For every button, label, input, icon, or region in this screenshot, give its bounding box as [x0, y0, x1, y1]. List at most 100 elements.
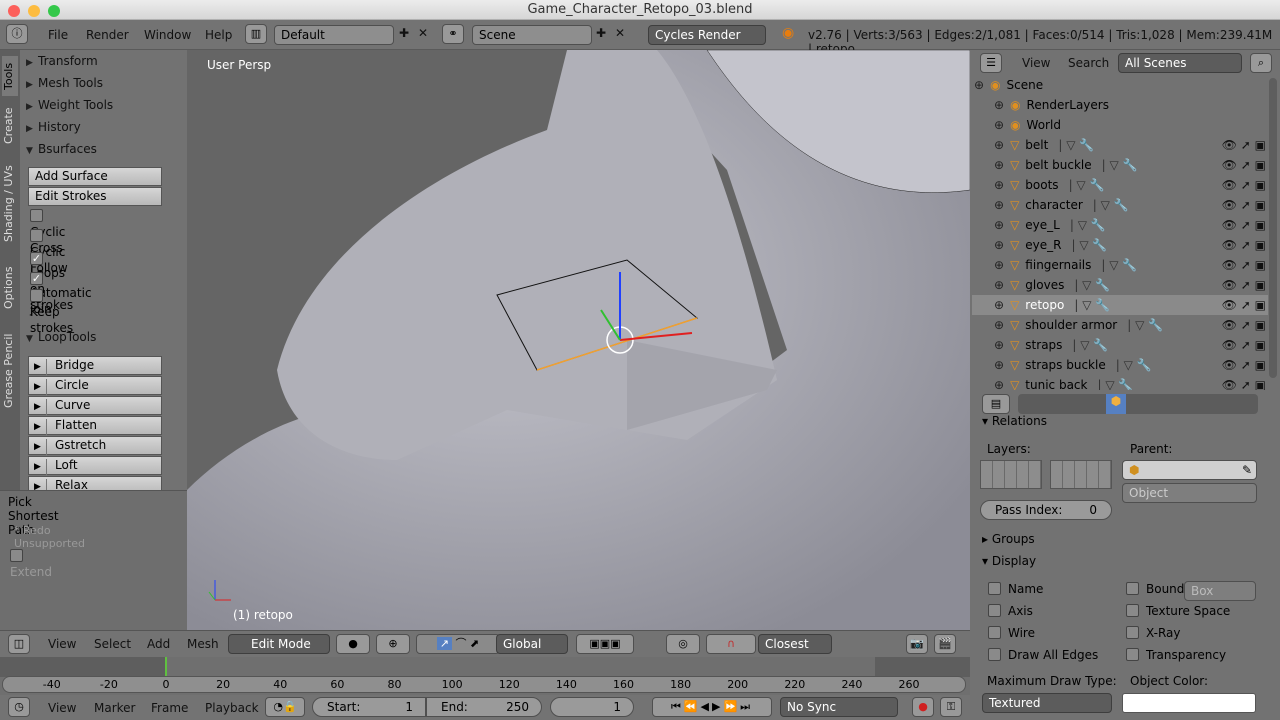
checkbox-icon[interactable]: [988, 626, 1001, 639]
tab-options[interactable]: Options: [2, 258, 18, 318]
edit-strokes-button[interactable]: Edit Strokes: [28, 187, 162, 206]
expand-icon[interactable]: ⊕: [994, 298, 1004, 312]
checkbox-icon[interactable]: [988, 582, 1001, 595]
view3d-menu-view[interactable]: View: [48, 637, 76, 651]
checkbox-icon[interactable]: [1126, 582, 1139, 595]
checkbox-icon[interactable]: [30, 229, 43, 242]
panel-display[interactable]: ▾ Display: [982, 554, 1036, 568]
outliner-item-straps-buckle[interactable]: ⊕ ▽ straps buckle | ▽ 🔧 👁 ➚ ▣: [972, 355, 1268, 375]
visibility-icons[interactable]: 👁 ➚ ▣: [1222, 215, 1266, 235]
minimize-window-button[interactable]: [28, 5, 40, 17]
looptools-gstretch-button[interactable]: ▶ Gstretch: [28, 436, 162, 456]
expand-icon[interactable]: ⊕: [994, 318, 1004, 332]
scene-field[interactable]: Scene: [472, 25, 592, 45]
outliner-item-retopo[interactable]: ⊕ ▽ retopo | ▽ 🔧 👁 ➚ ▣: [972, 295, 1268, 315]
automatic-join-checkbox[interactable]: ✓Automatic join: [30, 268, 92, 316]
outliner-item-scene[interactable]: ⊕ ◉ Scene: [972, 75, 1268, 95]
draw-all-edges-checkbox[interactable]: Draw All Edges: [988, 647, 1098, 665]
delete-layout-icon[interactable]: ✕: [418, 26, 428, 40]
expand-icon[interactable]: ⊕: [994, 238, 1004, 252]
parent-field[interactable]: ⬢ ✎: [1122, 460, 1257, 480]
axis-checkbox[interactable]: Axis: [988, 603, 1033, 621]
visibility-icons[interactable]: 👁 ➚ ▣: [1222, 355, 1266, 375]
looptools-bridge-button[interactable]: ▶ Bridge: [28, 356, 162, 376]
keying-set-icon[interactable]: ⚿: [940, 697, 962, 717]
checkbox-icon[interactable]: [1126, 648, 1139, 661]
looptools-circle-button[interactable]: ▶ Circle: [28, 376, 162, 396]
outliner-display-select[interactable]: All Scenes: [1118, 53, 1242, 73]
outliner-search-icon[interactable]: ⌕: [1250, 53, 1272, 73]
expand-icon[interactable]: ⊕: [994, 118, 1004, 132]
outliner-item-belt[interactable]: ⊕ ▽ belt | ▽ 🔧 👁 ➚ ▣: [972, 135, 1268, 155]
panel-looptools[interactable]: ▼ LoopTools: [26, 327, 166, 347]
add-scene-icon[interactable]: ✚: [596, 26, 606, 40]
expand-icon[interactable]: ⊕: [974, 78, 984, 92]
panel-mesh-tools[interactable]: ▶ Mesh Tools: [26, 73, 166, 93]
outliner-item-fiingernails[interactable]: ⊕ ▽ fiingernails | ▽ 🔧 👁 ➚ ▣: [972, 255, 1268, 275]
expand-icon[interactable]: ⊕: [994, 378, 1004, 390]
record-keyframe-icon[interactable]: ●: [912, 697, 934, 717]
panel-transform[interactable]: ▶ Transform: [26, 51, 166, 71]
checkbox-icon[interactable]: [1126, 626, 1139, 639]
menu-help[interactable]: Help: [205, 28, 232, 42]
outliner-item-character[interactable]: ⊕ ▽ character | ▽ 🔧 👁 ➚ ▣: [972, 195, 1268, 215]
cyclic-cross-checkbox[interactable]: Cyclic Cross: [30, 208, 65, 255]
view3d-menu-add[interactable]: Add: [147, 637, 170, 651]
expand-icon[interactable]: ⊕: [994, 338, 1004, 352]
end-frame-field[interactable]: End: 250: [426, 697, 542, 717]
panel-groups[interactable]: ▸ Groups: [982, 532, 1035, 546]
tab-grease-pencil[interactable]: Grease Pencil: [2, 326, 18, 416]
mode-select[interactable]: Edit Mode: [228, 634, 330, 654]
timeline-menu-view[interactable]: View: [48, 701, 76, 715]
object-tab-icon[interactable]: ⬢: [1106, 394, 1126, 414]
checkbox-icon[interactable]: ✓: [30, 252, 43, 265]
panel-relations[interactable]: ▾ Relations: [982, 414, 1047, 428]
bounds-type-select[interactable]: Box: [1184, 581, 1256, 601]
panel-weight-tools[interactable]: ▶ Weight Tools: [26, 95, 166, 115]
frame-ruler[interactable]: -40 -20 0 20 40 60 80 100 120 140 160 180 200 220 240 2…: [2, 676, 966, 693]
outliner-menu-search[interactable]: Search: [1068, 56, 1109, 70]
expand-icon[interactable]: ⊕: [994, 98, 1004, 112]
proportional-edit-icon[interactable]: ◎: [666, 634, 700, 654]
expand-icon[interactable]: ⊕: [994, 278, 1004, 292]
expand-arrow-icon[interactable]: ▶: [29, 439, 47, 456]
editor-type-properties-icon[interactable]: ▤: [982, 394, 1010, 414]
transparency-checkbox[interactable]: Transparency: [1126, 647, 1226, 665]
pass-index-field[interactable]: Pass Index: 0: [980, 500, 1112, 520]
checkbox-icon[interactable]: [30, 289, 43, 302]
layers-grid-2[interactable]: [1050, 460, 1112, 489]
object-color-swatch[interactable]: [1122, 693, 1256, 713]
current-frame-cursor[interactable]: [165, 657, 167, 677]
expand-icon[interactable]: ⊕: [994, 358, 1004, 372]
bound-checkbox[interactable]: Bound: [1126, 581, 1184, 599]
outliner-item-tunic-back[interactable]: ⊕ ▽ tunic back | ▽ 🔧 👁 ➚ ▣: [972, 375, 1268, 390]
x-ray-checkbox[interactable]: X-Ray: [1126, 625, 1180, 643]
timeline[interactable]: -40 -20 0 20 40 60 80 100 120 140 160 180 200 220 240 2…: [0, 657, 970, 695]
visibility-icons[interactable]: 👁 ➚ ▣: [1222, 195, 1266, 215]
menu-window[interactable]: Window: [144, 28, 191, 42]
opengl-animation-icon[interactable]: 🎬: [934, 634, 956, 654]
start-frame-field[interactable]: Start: 1: [312, 697, 426, 717]
tab-shading-uvs[interactable]: Shading / UVs: [2, 156, 18, 252]
expand-icon[interactable]: ⊕: [994, 158, 1004, 172]
opengl-render-icon[interactable]: 📷: [906, 634, 928, 654]
visibility-icons[interactable]: 👁 ➚ ▣: [1222, 175, 1266, 195]
checkbox-icon[interactable]: ✓: [30, 272, 43, 285]
outliner-item-eye_r[interactable]: ⊕ ▽ eye_R | ▽ 🔧 👁 ➚ ▣: [972, 235, 1268, 255]
expand-arrow-icon[interactable]: ▶: [29, 359, 47, 376]
editor-type-outliner-icon[interactable]: ☰: [980, 53, 1002, 73]
3d-viewport[interactable]: User Persp (1) retopo: [187, 50, 970, 630]
delete-scene-icon[interactable]: ✕: [615, 26, 625, 40]
visibility-icons[interactable]: 👁 ➚ ▣: [1222, 135, 1266, 155]
current-frame-field[interactable]: 1: [550, 697, 634, 717]
render-engine-select[interactable]: Cycles Render: [648, 25, 766, 45]
looptools-loft-button[interactable]: ▶ Loft: [28, 456, 162, 476]
outliner-item-renderlayers[interactable]: ⊕ ◉ RenderLayers: [972, 95, 1268, 115]
screen-layout-icon[interactable]: ▥: [245, 24, 267, 44]
timeline-menu-playback[interactable]: Playback: [205, 701, 259, 715]
tab-create[interactable]: Create: [2, 102, 18, 150]
visibility-icons[interactable]: 👁 ➚ ▣: [1222, 335, 1266, 355]
maximize-window-button[interactable]: [48, 5, 60, 17]
expand-arrow-icon[interactable]: ▶: [29, 459, 47, 476]
menu-render[interactable]: Render: [86, 28, 129, 42]
